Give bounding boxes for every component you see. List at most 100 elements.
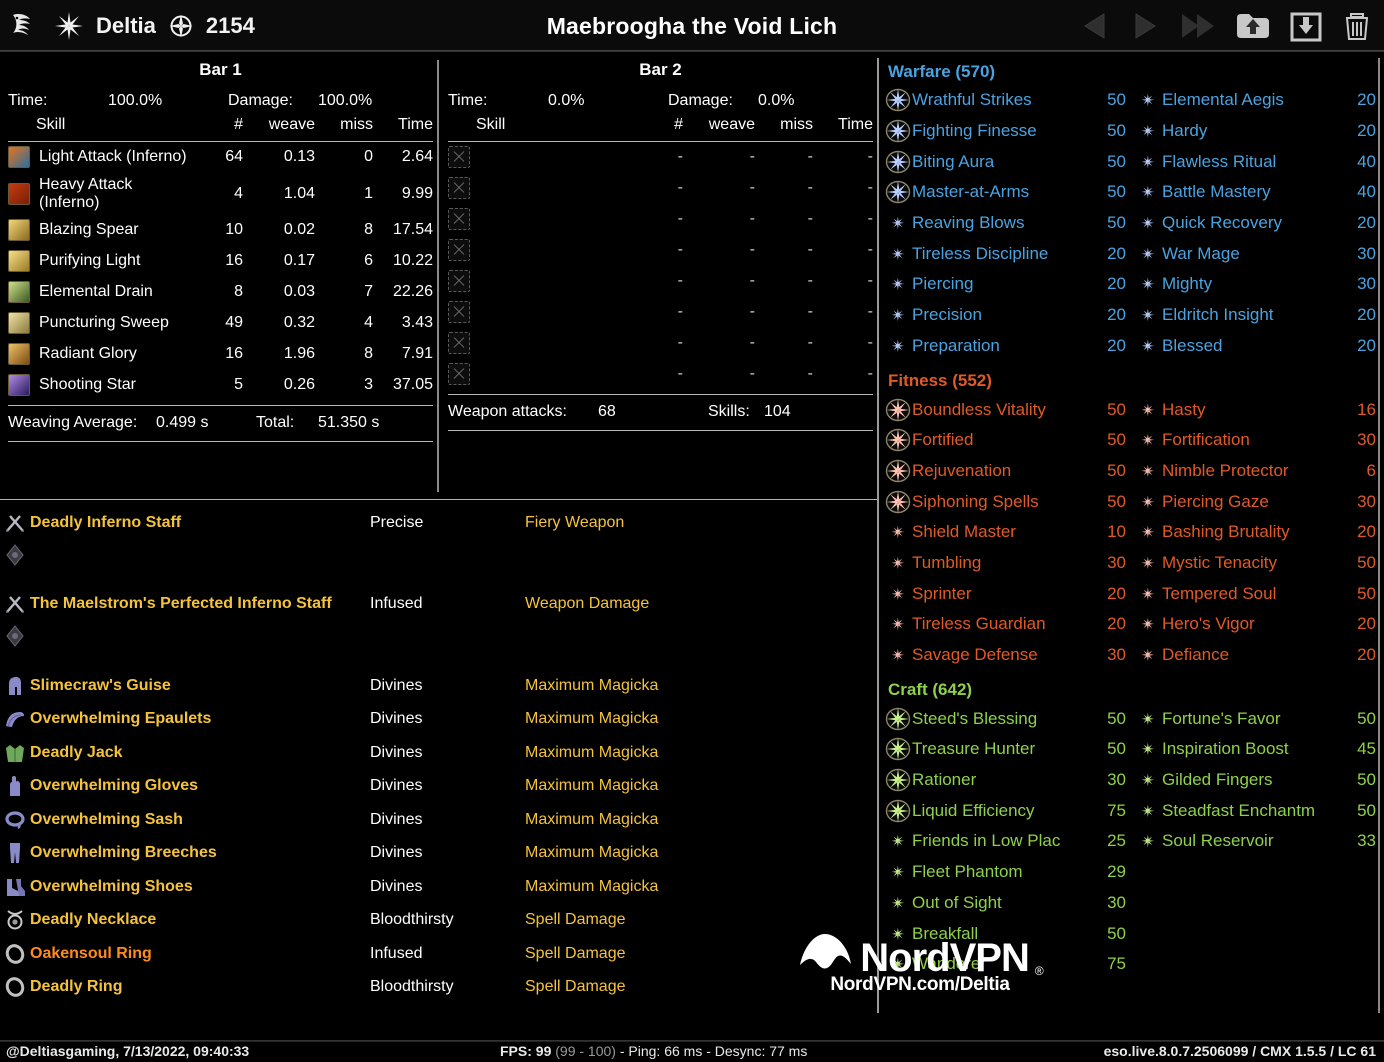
cp-star-icon [884,862,912,882]
cp-star-name: Steed's Blessing [912,708,1038,728]
cp-star-right[interactable]: Mystic Tenacity 50 [1134,553,1384,573]
cp-star-right[interactable]: Elemental Aegis 20 [1134,90,1384,110]
cp-star-left[interactable]: Reaving Blows 50 [884,213,1134,233]
cp-star-right[interactable]: Steadfast Enchantm 50 [1134,801,1384,821]
cp-star-left[interactable]: Tireless Discipline 20 [884,244,1134,264]
table-row[interactable]: ---- [448,235,873,266]
cp-star-right[interactable]: Mighty 30 [1134,274,1384,294]
cp-star-right[interactable]: Fortification 30 [1134,430,1384,450]
table-row[interactable]: ---- [448,204,873,235]
bar1-skill-table: Skill # weave miss Time Light Attack (In… [8,110,433,401]
gear-item-row[interactable]: Overwhelming Gloves Divines Maximum Magick… [0,770,877,804]
cp-star-left[interactable]: Wanderer 75 [884,954,1134,974]
gear-item-row[interactable]: Overwhelming Sash Divines Maximum Magicka [0,803,877,837]
table-row[interactable]: ---- [448,359,873,390]
gear-item-row[interactable]: Slimecraw's Guise Divines Maximum Magicka [0,669,877,703]
cp-row: Piercing 20 Mighty 30 [884,269,1384,300]
cp-star-name: Fleet Phantom [912,862,1023,882]
cp-star-left[interactable]: Precision 20 [884,305,1134,325]
cp-star-left[interactable]: Piercing 20 [884,274,1134,294]
table-row[interactable]: Shooting Star 5 0.26 3 37.05 [8,370,433,401]
table-row[interactable]: Purifying Light 16 0.17 6 10.22 [8,246,433,277]
cp-star-left[interactable]: Wrathful Strikes 50 [884,88,1134,112]
cp-star-icon [884,213,912,233]
cp-star-left[interactable]: Tireless Guardian 20 [884,614,1134,634]
cp-star-right[interactable]: War Mage 30 [1134,244,1384,264]
cp-star-left[interactable]: Sprinter 20 [884,584,1134,604]
cp-star-left[interactable]: Friends in Low Plac 25 [884,831,1134,851]
gear-item-row[interactable]: Deadly Inferno Staff Precise Fiery Weapon [0,506,877,540]
cp-star-left[interactable]: Liquid Efficiency 75 [884,799,1134,823]
cp-star-right[interactable]: Bashing Brutality 20 [1134,522,1384,542]
gear-item-row[interactable]: Deadly Ring Bloodthirsty Spell Damage [0,971,877,1005]
table-row[interactable]: ---- [448,173,873,204]
cp-star-points: 50 [1107,923,1126,943]
cp-star-right[interactable]: Gilded Fingers 50 [1134,770,1384,790]
cp-star-left[interactable]: Boundless Vitality 50 [884,398,1134,422]
skill-count: - [677,179,683,196]
cp-star-left[interactable]: Rejuvenation 50 [884,459,1134,483]
table-row[interactable]: Elemental Drain 8 0.03 7 22.26 [8,277,433,308]
table-row[interactable]: ---- [448,297,873,328]
table-row[interactable]: ---- [448,266,873,297]
cp-star-points: 30 [1357,243,1376,263]
cp-star-left[interactable]: Steed's Blessing 50 [884,707,1134,731]
cp-star-left[interactable]: Siphoning Spells 50 [884,490,1134,514]
cp-star-right[interactable]: Blessed 20 [1134,336,1384,356]
table-row[interactable]: ---- [448,328,873,359]
table-row[interactable]: Radiant Glory 16 1.96 8 7.91 [8,339,433,370]
cp-star-left[interactable]: Fortified 50 [884,428,1134,452]
cp-star-icon [1134,522,1162,542]
table-row[interactable]: Light Attack (Inferno) 64 0.13 0 2.64 [8,142,433,173]
play-icon[interactable] [1128,11,1162,41]
cp-star-right[interactable]: Defiance 20 [1134,645,1384,665]
download-icon[interactable] [1288,10,1324,42]
cp-star-left[interactable]: Fighting Finesse 50 [884,119,1134,143]
cp-star-name: Inspiration Boost [1162,739,1289,759]
cp-star-name: Blessed [1162,335,1223,355]
cp-star-right[interactable]: Piercing Gaze 30 [1134,492,1384,512]
cp-row: Savage Defense 30 Defiance 20 [884,640,1384,671]
cp-star-right[interactable]: Quick Recovery 20 [1134,213,1384,233]
cp-star-left[interactable]: Breakfall 50 [884,924,1134,944]
table-row[interactable]: Puncturing Sweep 49 0.32 4 3.43 [8,308,433,339]
upload-icon[interactable] [1234,10,1272,42]
cp-star-left[interactable]: Fleet Phantom 29 [884,862,1134,882]
cp-star-left[interactable]: Master-at-Arms 50 [884,180,1134,204]
cp-star-left[interactable]: Tumbling 30 [884,553,1134,573]
cp-star-right[interactable]: Hasty 16 [1134,400,1384,420]
cp-star-right[interactable]: Soul Reservoir 33 [1134,831,1384,851]
table-row[interactable]: Heavy Attack (Inferno) 4 1.04 1 9.99 [8,173,433,215]
cp-star-left[interactable]: Rationer 30 [884,768,1134,792]
cp-star-left[interactable]: Shield Master 10 [884,522,1134,542]
cp-star-left[interactable]: Out of Sight 30 [884,893,1134,913]
cp-star-right[interactable]: Nimble Protector 6 [1134,461,1384,481]
gear-item-row[interactable]: Oakensoul Ring Infused Spell Damage [0,937,877,971]
cp-star-right[interactable]: Flawless Ritual 40 [1134,152,1384,172]
cp-star-left[interactable]: Treasure Hunter 50 [884,737,1134,761]
cp-star-name: Gilded Fingers [1162,770,1273,790]
table-row[interactable]: ---- [448,142,873,173]
gear-item-row[interactable]: The Maelstrom's Perfected Inferno Staff I… [0,588,877,622]
gear-item-row[interactable]: Overwhelming Shoes Divines Maximum Magicka [0,870,877,904]
cp-star-icon [1134,492,1162,512]
cp-star-right[interactable]: Tempered Soul 50 [1134,584,1384,604]
gear-item-row[interactable]: Deadly Jack Divines Maximum Magicka [0,736,877,770]
gear-item-row[interactable]: Overwhelming Breeches Divines Maximum Magi… [0,837,877,871]
gear-item-row[interactable]: Deadly Necklace Bloodthirsty Spell Damage [0,904,877,938]
previous-icon[interactable] [1078,11,1112,41]
cp-star-right[interactable]: Fortune's Favor 50 [1134,709,1384,729]
bar2-skills-label: Skills: [708,402,750,420]
trash-icon[interactable] [1340,9,1374,43]
cp-star-right[interactable]: Inspiration Boost 45 [1134,739,1384,759]
cp-star-left[interactable]: Biting Aura 50 [884,150,1134,174]
cp-star-left[interactable]: Preparation 20 [884,336,1134,356]
gear-item-row[interactable]: Overwhelming Epaulets Divines Maximum Magi… [0,703,877,737]
cp-star-right[interactable]: Battle Mastery 40 [1134,182,1384,202]
fast-forward-icon[interactable] [1178,11,1218,41]
cp-star-right[interactable]: Eldritch Insight 20 [1134,305,1384,325]
cp-star-right[interactable]: Hardy 20 [1134,121,1384,141]
cp-star-right[interactable]: Hero's Vigor 20 [1134,614,1384,634]
cp-star-left[interactable]: Savage Defense 30 [884,645,1134,665]
table-row[interactable]: Blazing Spear 10 0.02 8 17.54 [8,215,433,246]
